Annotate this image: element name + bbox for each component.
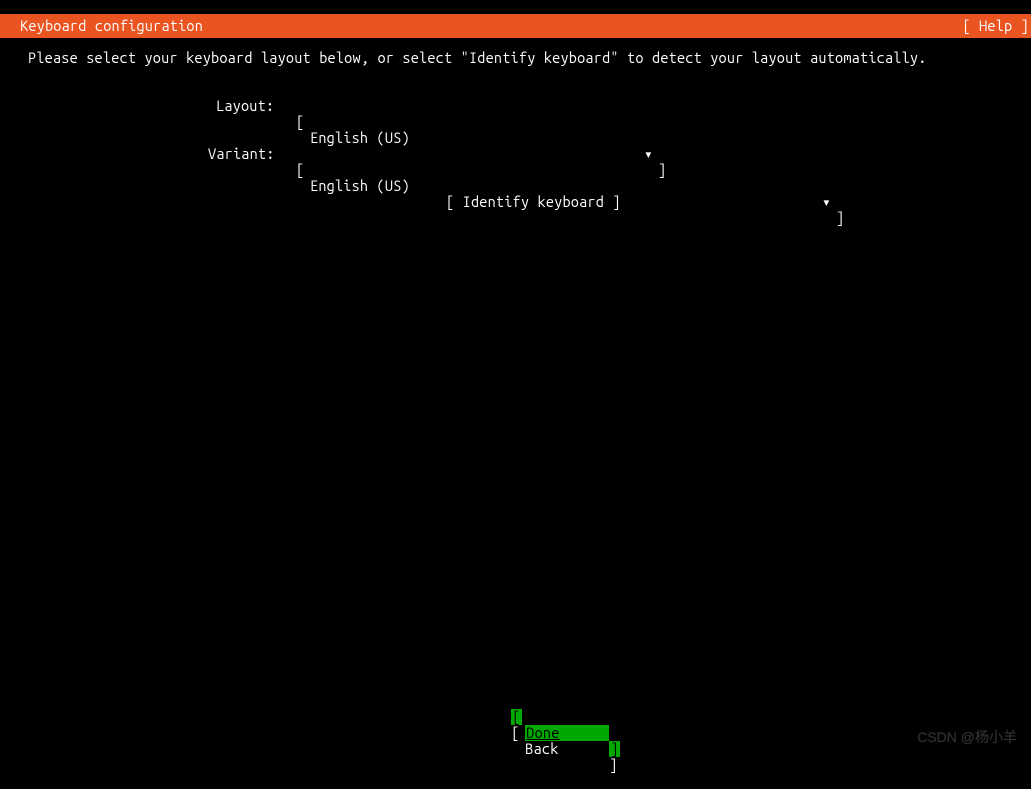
watermark: CSDN @杨小羊 [917, 729, 1017, 745]
main-canvas: Please select your keyboard layout below… [0, 38, 1031, 723]
layout-close-bracket: ] [658, 162, 666, 178]
chevron-down-icon[interactable]: ▾ [822, 194, 831, 210]
variant-label: Variant: [208, 146, 275, 162]
left-bracket: [ [511, 725, 519, 741]
left-bracket: [ [511, 709, 521, 725]
back-button[interactable]: [ Back ] [33, 709, 83, 789]
header-title: Keyboard configuration [20, 18, 203, 34]
header: Keyboard configuration [ Help ] [0, 14, 1031, 38]
identify-keyboard-button[interactable]: [ Identify keyboard ] [446, 194, 621, 210]
help-button[interactable]: [ Help ] [962, 18, 1029, 34]
right-bracket: ] [609, 757, 617, 773]
variant-open-bracket: [ [296, 162, 304, 178]
layout-select[interactable]: English (US) [310, 130, 410, 146]
variant-select[interactable]: English (US) [310, 178, 410, 194]
instruction-text: Please select your keyboard layout below… [28, 50, 927, 66]
done-label: Done [525, 725, 609, 741]
right-bracket: ] [609, 741, 619, 757]
back-row: [ Back ] [0, 693, 33, 741]
back-label: Back [525, 741, 609, 757]
variant-close-bracket: ] [836, 210, 844, 226]
identify-row: [ Identify keyboard ] [0, 178, 33, 226]
chevron-down-icon[interactable]: ▾ [644, 146, 653, 162]
layout-open-bracket: [ [296, 114, 304, 130]
layout-label: Layout: [216, 98, 274, 114]
